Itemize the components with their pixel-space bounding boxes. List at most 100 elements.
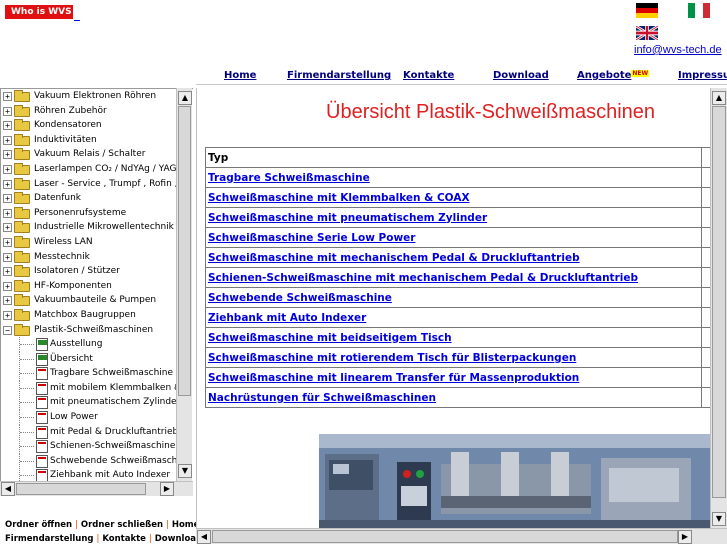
tree-folder-label[interactable]: Isolatoren / Stützer [34,266,120,276]
nav-angebote[interactable]: AngeboteNEW [577,70,650,81]
scroll-right-icon[interactable]: ▶ [678,530,692,544]
tree-folder-label[interactable]: Vakuumbauteile & Pumpen [34,295,156,305]
scroll-thumb[interactable] [712,106,726,498]
tree-folder-label[interactable]: Matchbox Baugruppen [34,310,136,320]
tree-child-item[interactable]: Tragbare Schweißmaschine [1,366,177,382]
tree-child-label[interactable]: Ziehbank mit Auto Indexer [50,470,170,480]
expander-icon[interactable]: + [3,194,12,204]
tree-folder-label[interactable]: Laser - Service , Trumpf , Rofin , [34,179,178,189]
scroll-left-icon[interactable]: ◀ [197,530,211,544]
tree-child-item[interactable]: Ausstellung [1,337,177,353]
tree-folder-label[interactable]: Plastik-Schweißmaschinen [34,325,153,335]
tree-child-label[interactable]: Übersicht [50,354,93,364]
email-link[interactable]: info@wvs-tech.de [634,44,722,56]
machine-type-link[interactable]: Tragbare Schweißmaschine [205,167,702,188]
tree-child-label[interactable]: Ausstellung [50,339,102,349]
tree-folder-label[interactable]: Personenrufsysteme [34,208,126,218]
machine-type-link[interactable]: Schweißmaschine Serie Low Power [205,227,702,248]
tree-child-item[interactable]: Übersicht [1,351,177,367]
tree-folder-item[interactable]: + Laserlampen CO₂ / NdYAg / YAG [1,162,177,177]
nav-impressum[interactable]: Impressum [678,70,727,81]
machine-type-link[interactable]: Schweißmaschine mit linearem Transfer fü… [205,367,702,388]
scroll-up-icon[interactable]: ▲ [712,91,726,105]
machine-type-link[interactable]: Schwebende Schweißmaschine [205,287,702,308]
tree-folder-label[interactable]: Röhren Zubehör [34,106,107,116]
tree-folder-item[interactable]: + Vakuumbauteile & Pumpen [1,293,177,308]
tree-folder-item[interactable]: + Vakuum Elektronen Röhren [1,89,177,104]
tree-folder-item[interactable]: + Kondensatoren [1,118,177,133]
tree-child-item[interactable]: mit mobilem Klemmbalken & C [1,380,190,396]
tree-folder-item[interactable]: + Matchbox Baugruppen [1,308,177,323]
tree-folder-item[interactable]: + Isolatoren / Stützer [1,264,177,279]
tree-folder-item[interactable]: + Personenrufsysteme [1,206,177,221]
nav-angebote-label[interactable]: Angebote [577,70,631,81]
expander-icon[interactable]: − [3,325,12,335]
tree-folder-label[interactable]: Messtechnik [34,252,90,262]
close-folders-link[interactable]: Ordner schließen [81,520,163,530]
machine-type-link[interactable]: Schweißmaschine mit mechanischem Pedal &… [205,247,702,268]
scroll-thumb-horizontal[interactable] [212,530,678,543]
main-vertical-scrollbar[interactable]: ▲ ▼ [710,88,727,528]
tree-child-item[interactable]: Low Power [1,410,177,426]
machine-type-link[interactable]: Schweißmaschine mit beidseitigem Tisch [205,327,702,348]
tree-folder-label[interactable]: Datenfunk [34,193,81,203]
expander-icon[interactable]: + [3,281,12,291]
tree-folder-label[interactable]: Industrielle Mikrowellentechnik [34,222,174,232]
flag-uk-icon[interactable] [636,26,658,40]
scroll-thumb-horizontal[interactable] [16,483,146,495]
tree-folder-label[interactable]: Kondensatoren [34,120,102,130]
scroll-down-icon[interactable]: ▼ [178,464,192,478]
tree-child-item[interactable]: Schwebende Schweißmasch [1,453,177,469]
machine-type-link[interactable]: Schweißmaschine mit Klemmbalken & COAX [205,187,702,208]
scroll-right-icon[interactable]: ▶ [160,482,174,496]
footer-download-link[interactable]: Download [155,534,202,544]
nav-download[interactable]: Download [493,70,549,81]
expander-icon[interactable]: + [3,92,12,101]
scroll-left-icon[interactable]: ◀ [1,482,15,496]
machine-type-link[interactable]: Schienen-Schweißmaschine mit mechanische… [205,267,702,288]
tree-folder-item[interactable]: + Messtechnik [1,250,177,265]
tree-folder-label[interactable]: Laserlampen CO₂ / NdYAg / YAG [34,164,176,174]
scroll-thumb[interactable] [178,106,191,396]
tree-folder-label[interactable]: HF-Komponenten [34,281,112,291]
tree-folder-label[interactable]: Induktivitäten [34,135,97,145]
tree-folder-item[interactable]: + Laser - Service , Trumpf , Rofin , [1,177,178,192]
nav-firmendarstellung[interactable]: Firmendarstellung [287,70,391,81]
footer-firmendarstellung-link[interactable]: Firmendarstellung [5,534,94,544]
machine-type-link[interactable]: Ziehbank mit Auto Indexer [205,307,702,328]
nav-kontakte[interactable]: Kontakte [403,70,454,81]
main-horizontal-scrollbar[interactable]: ◀ ▶ [196,528,727,544]
expander-icon[interactable]: + [3,267,12,277]
expander-icon[interactable]: + [3,252,12,262]
tree-child-label[interactable]: mit Pedal & Druckluftantrieb [50,427,178,437]
footer-kontakte-link[interactable]: Kontakte [102,534,146,544]
open-folders-link[interactable]: Ordner öffnen [5,520,72,530]
flag-it-icon[interactable] [688,3,710,18]
expander-icon[interactable]: + [3,150,12,160]
flag-de-icon[interactable] [636,3,658,18]
tree-child-label[interactable]: Low Power [50,412,98,422]
expander-icon[interactable]: + [3,237,12,247]
machine-type-link[interactable]: Schweißmaschine mit rotierendem Tisch fü… [205,347,702,368]
tree-child-label[interactable]: Schienen-Schweißmaschine [50,441,175,451]
machine-type-link[interactable]: Schweißmaschine mit pneumatischem Zylind… [205,207,702,228]
tree-child-label[interactable]: Tragbare Schweißmaschine [50,368,173,378]
tree-child-item[interactable]: mit Pedal & Druckluftantrieb [1,424,178,440]
tree-folder-item[interactable]: + Datenfunk [1,191,177,206]
tree-folder-item[interactable]: + Wireless LAN [1,235,177,250]
tree-folder-item[interactable]: − Plastik-Schweißmaschinen [1,323,177,338]
tree-folder-item[interactable]: + Röhren Zubehör [1,104,177,119]
tree-vertical-scrollbar[interactable]: ▲ ▼ [176,88,192,481]
tree-horizontal-scrollbar[interactable]: ◀ ▶ [0,481,193,496]
machine-type-link[interactable]: Nachrüstungen für Schweißmaschinen [205,387,702,408]
tree-folder-item[interactable]: + Induktivitäten [1,133,177,148]
tree-child-item[interactable]: mit pneumatischem Zylinder [1,395,180,411]
expander-icon[interactable]: + [3,135,12,145]
expander-icon[interactable]: + [3,223,12,233]
tree-folder-item[interactable]: + Industrielle Mikrowellentechnik [1,220,177,235]
expander-icon[interactable]: + [3,106,12,116]
expander-icon[interactable]: + [3,208,12,218]
tree-child-label[interactable]: mit pneumatischem Zylinder [50,397,180,407]
tree-folder-label[interactable]: Wireless LAN [34,237,93,247]
expander-icon[interactable]: + [3,121,12,131]
